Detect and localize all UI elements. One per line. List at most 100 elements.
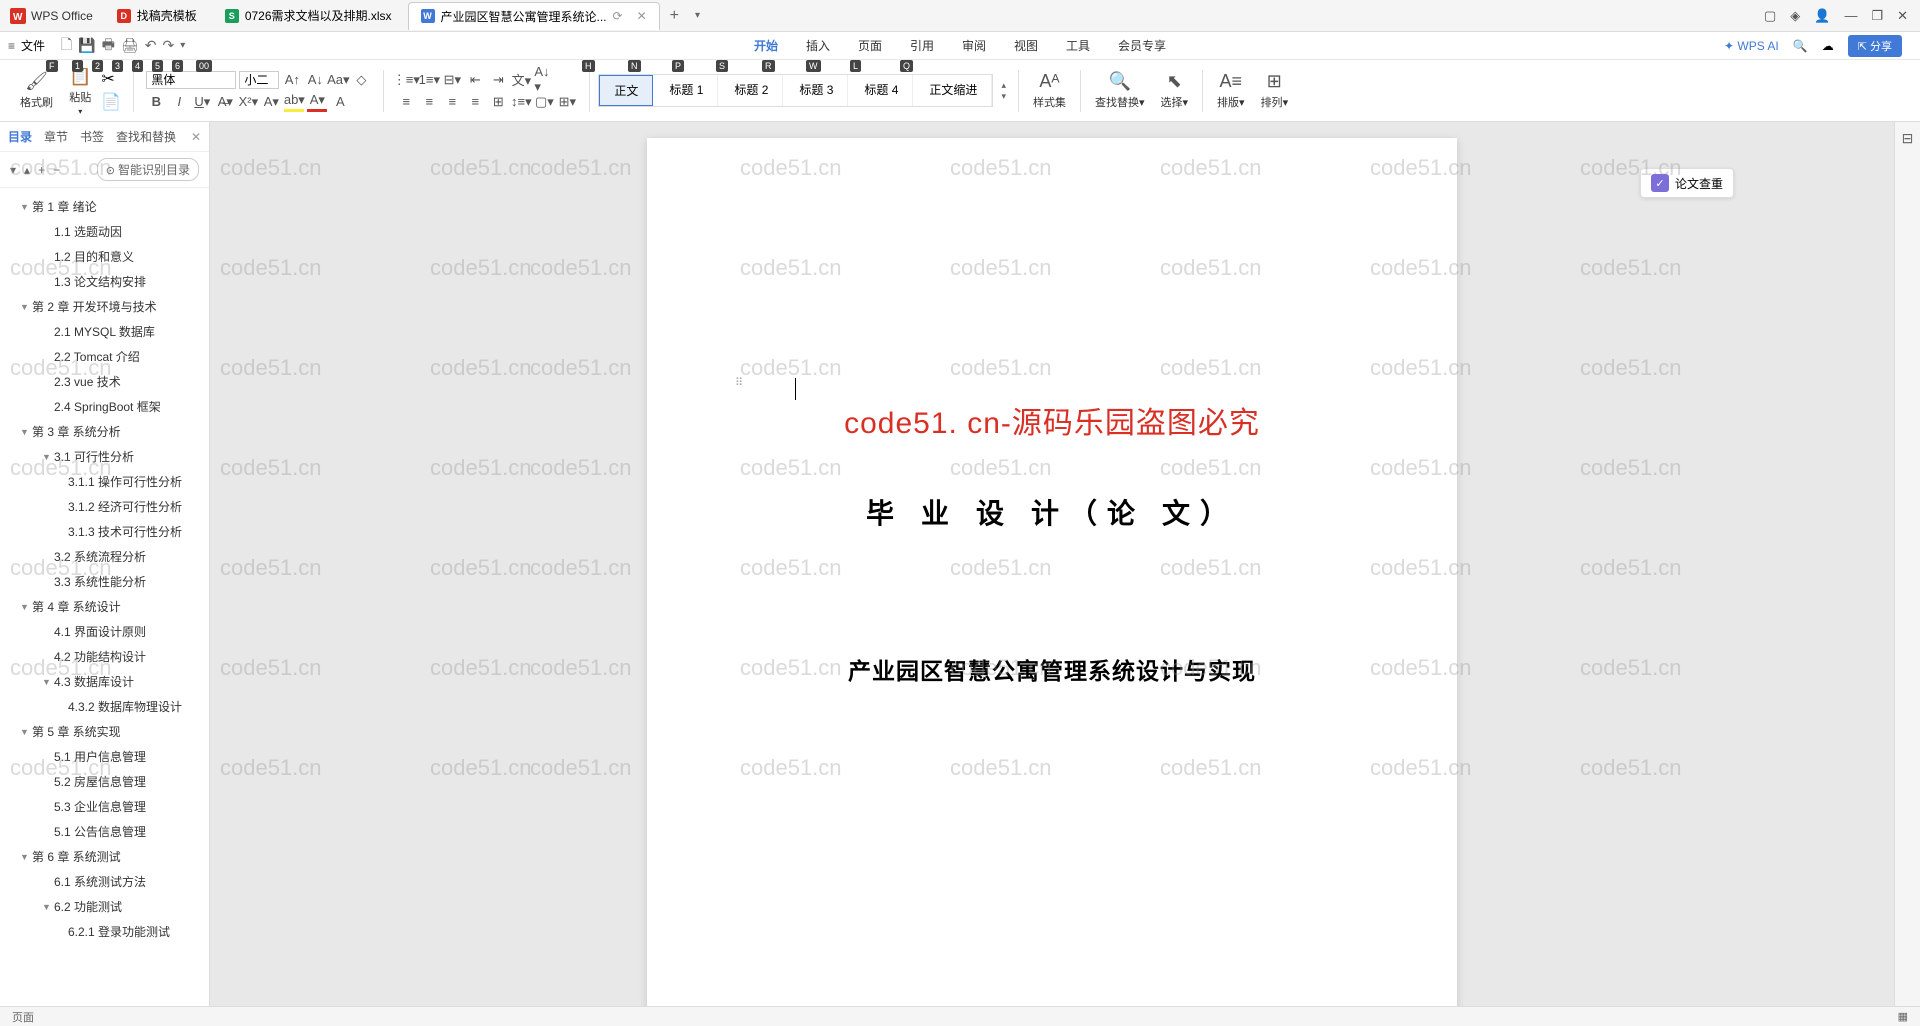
undo-icon[interactable]: ↶ bbox=[145, 37, 157, 54]
window-restore-icon[interactable]: ▢ bbox=[1764, 8, 1776, 24]
auto-toc-button[interactable]: ⊙ 智能识别目录 bbox=[97, 158, 199, 181]
sidebar-tab-chapter[interactable]: 章节 bbox=[44, 128, 68, 145]
line-spacing-icon[interactable]: ↕≡▾ bbox=[511, 92, 531, 112]
style-heading4[interactable]: 标题 4 bbox=[850, 75, 913, 106]
style-heading3[interactable]: 标题 3 bbox=[785, 75, 848, 106]
cube-icon[interactable]: ◈ bbox=[1790, 8, 1800, 24]
toc-item[interactable]: ▼6.2 功能测试 bbox=[0, 894, 209, 919]
superscript-icon[interactable]: X²▾ bbox=[238, 92, 258, 112]
plagiarism-check-button[interactable]: ✓ 论文查重 bbox=[1640, 168, 1734, 198]
justify-icon[interactable]: ≡ bbox=[465, 92, 485, 112]
toc-item[interactable]: ▼第 1 章 绪论 bbox=[0, 194, 209, 219]
search-icon[interactable]: 🔍 bbox=[1793, 39, 1808, 53]
print-icon[interactable]: 🖶 bbox=[102, 34, 115, 58]
close-icon[interactable]: ✕ bbox=[637, 9, 647, 23]
shrink-font-icon[interactable]: A↓ bbox=[305, 70, 325, 90]
toc-item[interactable]: 3.1.2 经济可行性分析 bbox=[0, 494, 209, 519]
avatar-icon[interactable]: 👤 bbox=[1814, 8, 1830, 24]
tab-insert[interactable]: 插入 bbox=[802, 35, 834, 56]
toc-up-icon[interactable]: ▴ bbox=[24, 163, 30, 177]
distribute-icon[interactable]: ⊞ bbox=[488, 92, 508, 112]
change-case-icon[interactable]: Aa▾ bbox=[328, 70, 348, 90]
style-scroll-up[interactable]: ▴ bbox=[1001, 80, 1006, 91]
underline-icon[interactable]: U▾ bbox=[192, 92, 212, 112]
view-mode-icon[interactable]: ▦ bbox=[1898, 1010, 1908, 1023]
toc-item[interactable]: 5.2 房屋信息管理 bbox=[0, 769, 209, 794]
sidebar-close-icon[interactable]: ✕ bbox=[191, 130, 201, 144]
tab-tools[interactable]: 工具 bbox=[1062, 35, 1094, 56]
toc-item[interactable]: 3.1.1 操作可行性分析 bbox=[0, 469, 209, 494]
file-menu[interactable]: 文件 bbox=[21, 37, 45, 54]
toc-item[interactable]: 2.3 vue 技术 bbox=[0, 369, 209, 394]
style-heading2[interactable]: 标题 2 bbox=[720, 75, 783, 106]
strikethrough-icon[interactable]: A̶▾ bbox=[215, 92, 235, 112]
toc-item[interactable]: 5.1 公告信息管理 bbox=[0, 819, 209, 844]
italic-icon[interactable]: I bbox=[169, 92, 189, 112]
minimize-icon[interactable]: — bbox=[1844, 8, 1857, 24]
tab-menu-button[interactable]: ▾ bbox=[687, 10, 708, 21]
toc-item[interactable]: ▼3.1 可行性分析 bbox=[0, 444, 209, 469]
style-set-button[interactable]: Aᴬ样式集 bbox=[1027, 68, 1072, 113]
tab-template[interactable]: D 找稿壳模板 bbox=[105, 2, 209, 30]
maximize-icon[interactable]: ❐ bbox=[1871, 8, 1883, 24]
qat-more-icon[interactable]: ▾ bbox=[180, 40, 185, 51]
tab-reference[interactable]: 引用 bbox=[906, 35, 938, 56]
toc-item[interactable]: ▼第 3 章 系统分析 bbox=[0, 419, 209, 444]
toc-minus-icon[interactable]: − bbox=[53, 163, 60, 177]
toc-dropdown-icon[interactable]: ▾ bbox=[10, 163, 16, 177]
align-right-icon[interactable]: ≡ bbox=[442, 92, 462, 112]
toc-item[interactable]: 3.2 系统流程分析 bbox=[0, 544, 209, 569]
bold-icon[interactable]: B bbox=[146, 92, 166, 112]
toc-item[interactable]: 1.1 选题动因 bbox=[0, 219, 209, 244]
cut-icon[interactable]: ✂ bbox=[101, 69, 121, 89]
decrease-indent-icon[interactable]: ⇤ bbox=[465, 70, 485, 90]
font-name-select[interactable] bbox=[146, 71, 236, 89]
toc-item[interactable]: 1.2 目的和意义 bbox=[0, 244, 209, 269]
wps-ai-button[interactable]: ✦ WPS AI bbox=[1724, 39, 1779, 53]
tab-page[interactable]: 页面 bbox=[854, 35, 886, 56]
sidebar-tab-find[interactable]: 查找和替换 bbox=[116, 128, 176, 145]
highlight-icon[interactable]: ab▾ bbox=[284, 92, 304, 112]
toc-item[interactable]: 2.2 Tomcat 介绍 bbox=[0, 344, 209, 369]
arrange-button[interactable]: ⊞排列▾ bbox=[1255, 68, 1295, 113]
font-color-icon[interactable]: A▾ bbox=[307, 92, 327, 112]
multilevel-icon[interactable]: ⊟▾ bbox=[442, 70, 462, 90]
share-button[interactable]: ⇱ 分享 bbox=[1848, 35, 1902, 57]
ruler-toggle-icon[interactable]: ⊟ bbox=[1902, 130, 1914, 147]
tab-start[interactable]: 开始 bbox=[750, 35, 782, 56]
increase-indent-icon[interactable]: ⇥ bbox=[488, 70, 508, 90]
copy-icon[interactable]: 📄 bbox=[101, 92, 121, 112]
clear-format-icon[interactable]: ◇ bbox=[351, 70, 371, 90]
toc-item[interactable]: ▼4.3 数据库设计 bbox=[0, 669, 209, 694]
toc-item[interactable]: 4.3.2 数据库物理设计 bbox=[0, 694, 209, 719]
new-tab-button[interactable]: + bbox=[662, 7, 687, 25]
select-button[interactable]: ⬉选择▾ bbox=[1155, 68, 1195, 113]
bullets-icon[interactable]: ⋮≡▾ bbox=[396, 70, 416, 90]
sort-icon[interactable]: A↓ ▾ bbox=[534, 70, 554, 90]
align-center-icon[interactable]: ≡ bbox=[419, 92, 439, 112]
style-indent[interactable]: 正文缩进 bbox=[915, 75, 992, 106]
layout-button[interactable]: A≡排版▾ bbox=[1211, 68, 1251, 113]
drag-handle-icon[interactable]: ⠿ bbox=[735, 376, 743, 389]
grow-font-icon[interactable]: A↑ bbox=[282, 70, 302, 90]
tab-member[interactable]: 会员专享 bbox=[1114, 35, 1170, 56]
tab-doc-active[interactable]: W 产业园区智慧公寓管理系统论... ⟳ ✕ bbox=[408, 2, 660, 30]
borders-icon[interactable]: ⊞▾ bbox=[557, 92, 577, 112]
numbering-icon[interactable]: 1≡▾ bbox=[419, 70, 439, 90]
new-doc-icon[interactable]: 🗋 bbox=[61, 34, 72, 58]
save-icon[interactable]: 💾 bbox=[78, 37, 95, 54]
sidebar-tab-toc[interactable]: 目录 bbox=[8, 128, 32, 145]
align-left-icon[interactable]: ≡ bbox=[396, 92, 416, 112]
phonetic-icon[interactable]: A bbox=[330, 92, 350, 112]
toc-item[interactable]: 2.1 MYSQL 数据库 bbox=[0, 319, 209, 344]
toc-item[interactable]: 6.2.1 登录功能测试 bbox=[0, 919, 209, 944]
redo-icon[interactable]: ↷ bbox=[162, 37, 174, 54]
close-window-icon[interactable]: ✕ bbox=[1897, 8, 1908, 24]
toc-item[interactable]: 5.1 用户信息管理 bbox=[0, 744, 209, 769]
hamburger-icon[interactable]: ≡ bbox=[8, 39, 15, 53]
style-normal[interactable]: 正文 bbox=[599, 75, 653, 106]
toc-item[interactable]: ▼第 4 章 系统设计 bbox=[0, 594, 209, 619]
toc-item[interactable]: 4.1 界面设计原则 bbox=[0, 619, 209, 644]
toc-plus-icon[interactable]: + bbox=[38, 163, 45, 177]
find-replace-button[interactable]: 🔍查找替换▾ bbox=[1089, 68, 1151, 113]
